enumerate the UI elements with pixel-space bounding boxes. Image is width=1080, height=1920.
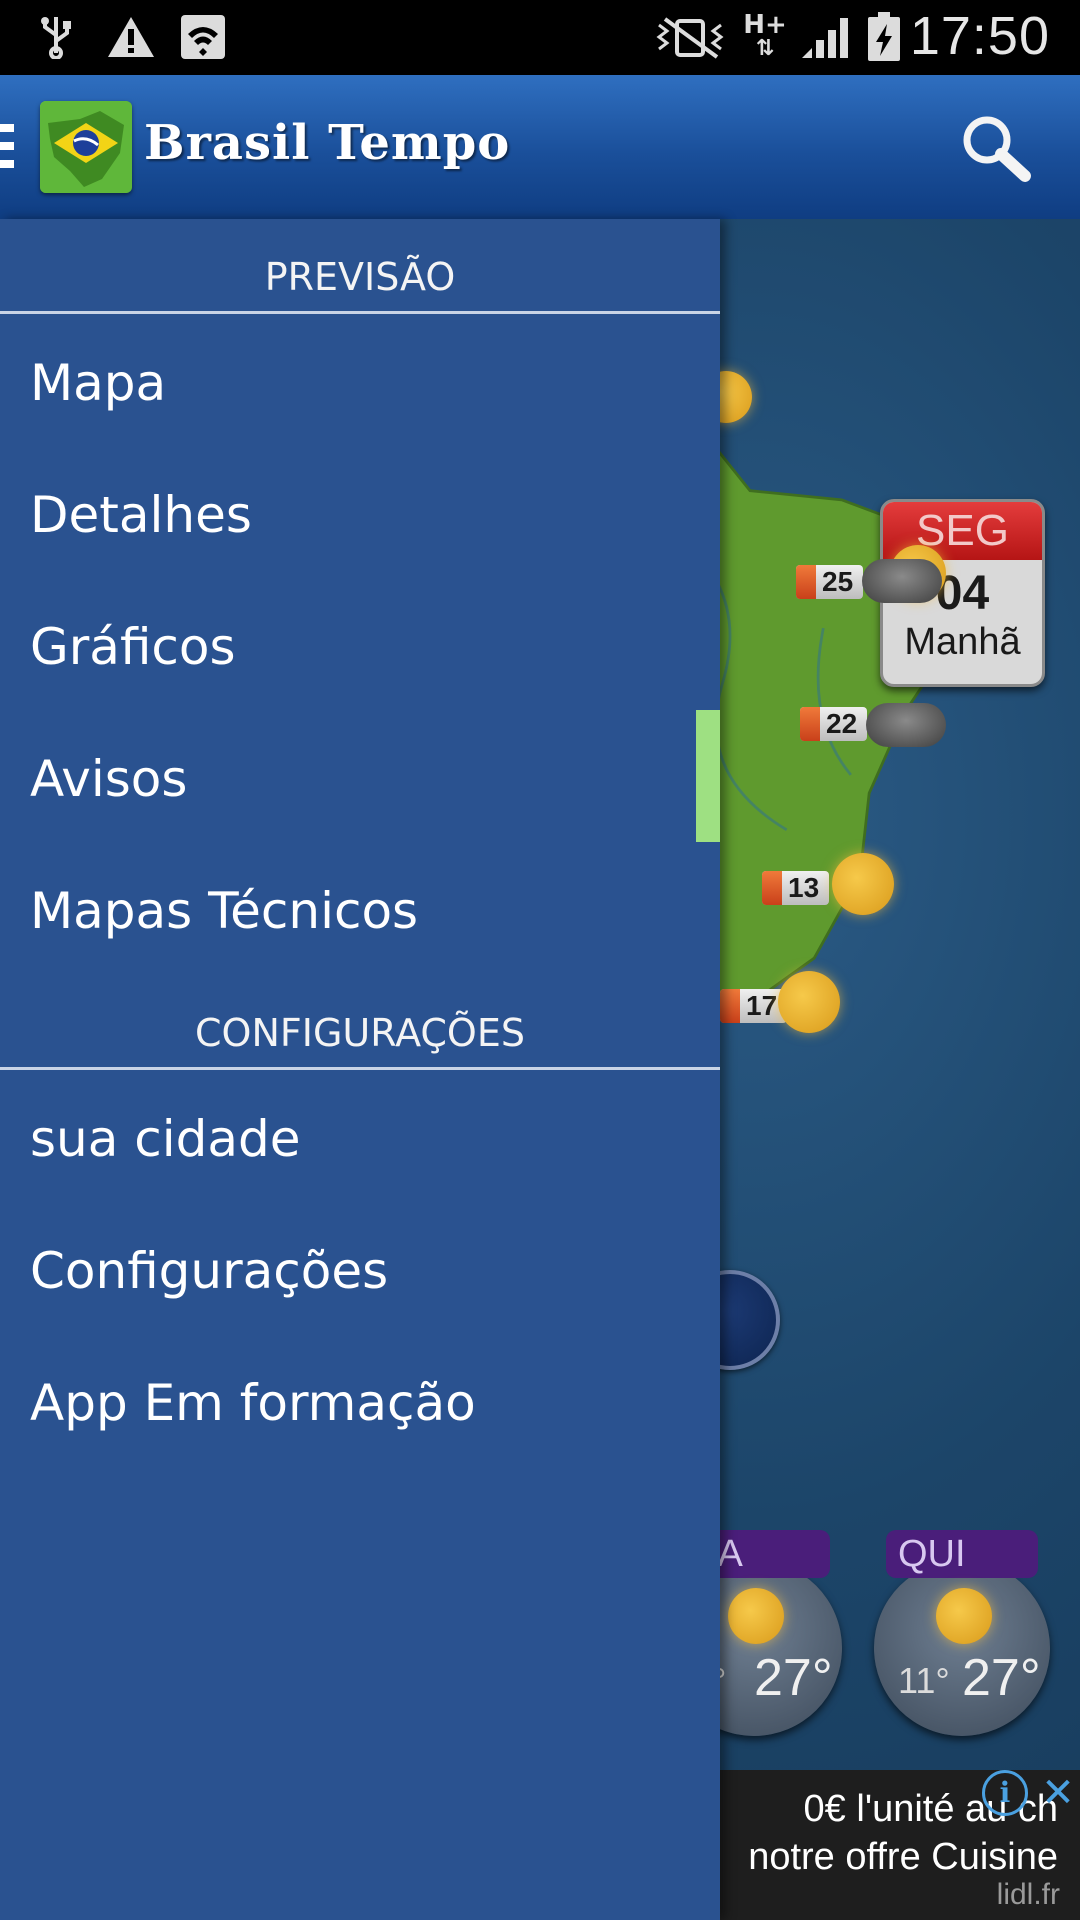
section-header-configuracoes: CONFIGURAÇÕES — [195, 1011, 525, 1055]
drawer-item-sua-cidade[interactable]: sua cidade — [0, 1073, 720, 1205]
battery-charging-icon — [866, 12, 902, 62]
drawer-item-mapas-tecnicos[interactable]: Mapas Técnicos — [0, 845, 720, 977]
signal-icon — [800, 12, 850, 62]
action-bar: Brasil Tempo — [0, 75, 1080, 219]
date-period: Manhã — [904, 621, 1021, 663]
sun-icon — [778, 971, 840, 1033]
warning-icon — [105, 12, 157, 62]
sun-icon — [936, 1588, 992, 1644]
drawer-item-mapa[interactable]: Mapa — [0, 317, 720, 449]
section-divider — [0, 1067, 720, 1070]
section-header-previsao: PREVISÃO — [264, 255, 456, 299]
drawer-item-configuracoes[interactable]: Configurações — [0, 1205, 720, 1337]
drawer-item-avisos[interactable]: Avisos — [0, 713, 720, 845]
hplus-data-icon: H+ ⇅ — [743, 10, 787, 61]
ad-info-icon[interactable]: i — [982, 1770, 1028, 1816]
section-divider — [0, 311, 720, 314]
app-logo[interactable] — [40, 101, 132, 193]
drawer-item-app-em-formacao[interactable]: App Em formação — [0, 1337, 720, 1469]
ad-close-icon[interactable]: ✕ — [1036, 1770, 1080, 1816]
map-marker[interactable]: 25 — [796, 565, 864, 599]
storm-cloud-icon — [866, 703, 946, 747]
app-title: Brasil Tempo — [144, 115, 511, 171]
sun-icon — [832, 853, 894, 915]
ad-domain: lidl.fr — [996, 1878, 1060, 1911]
usb-icon — [36, 12, 76, 62]
storm-cloud-icon — [862, 559, 942, 603]
forecast-day-label: QUI — [886, 1530, 1038, 1578]
hamburger-icon[interactable] — [0, 124, 14, 168]
forecast-max-temp: 27° — [962, 1649, 1041, 1707]
search-icon[interactable] — [955, 110, 1035, 190]
drawer-item-graficos[interactable]: Gráficos — [0, 581, 720, 713]
vibrate-icon — [655, 12, 725, 62]
forecast-min-temp: 11° — [898, 1660, 950, 1701]
navigation-drawer: PREVISÃO Mapa Detalhes Gráficos Avisos M… — [0, 219, 720, 1920]
clock: 17:50 — [909, 6, 1050, 66]
drawer-item-detalhes[interactable]: Detalhes — [0, 449, 720, 581]
sun-icon — [728, 1588, 784, 1644]
status-bar: H+ ⇅ 17:50 — [0, 0, 1080, 75]
forecast-max-temp: 27° — [754, 1649, 833, 1707]
wifi-icon — [180, 12, 226, 62]
selected-item-indicator — [696, 710, 720, 842]
forecast-day-card[interactable]: QUI 11° 27° — [874, 1530, 1050, 1736]
map-marker[interactable]: 13 — [762, 871, 830, 905]
map-marker[interactable]: 17 — [720, 989, 788, 1023]
map-marker[interactable]: 22 — [800, 707, 868, 741]
